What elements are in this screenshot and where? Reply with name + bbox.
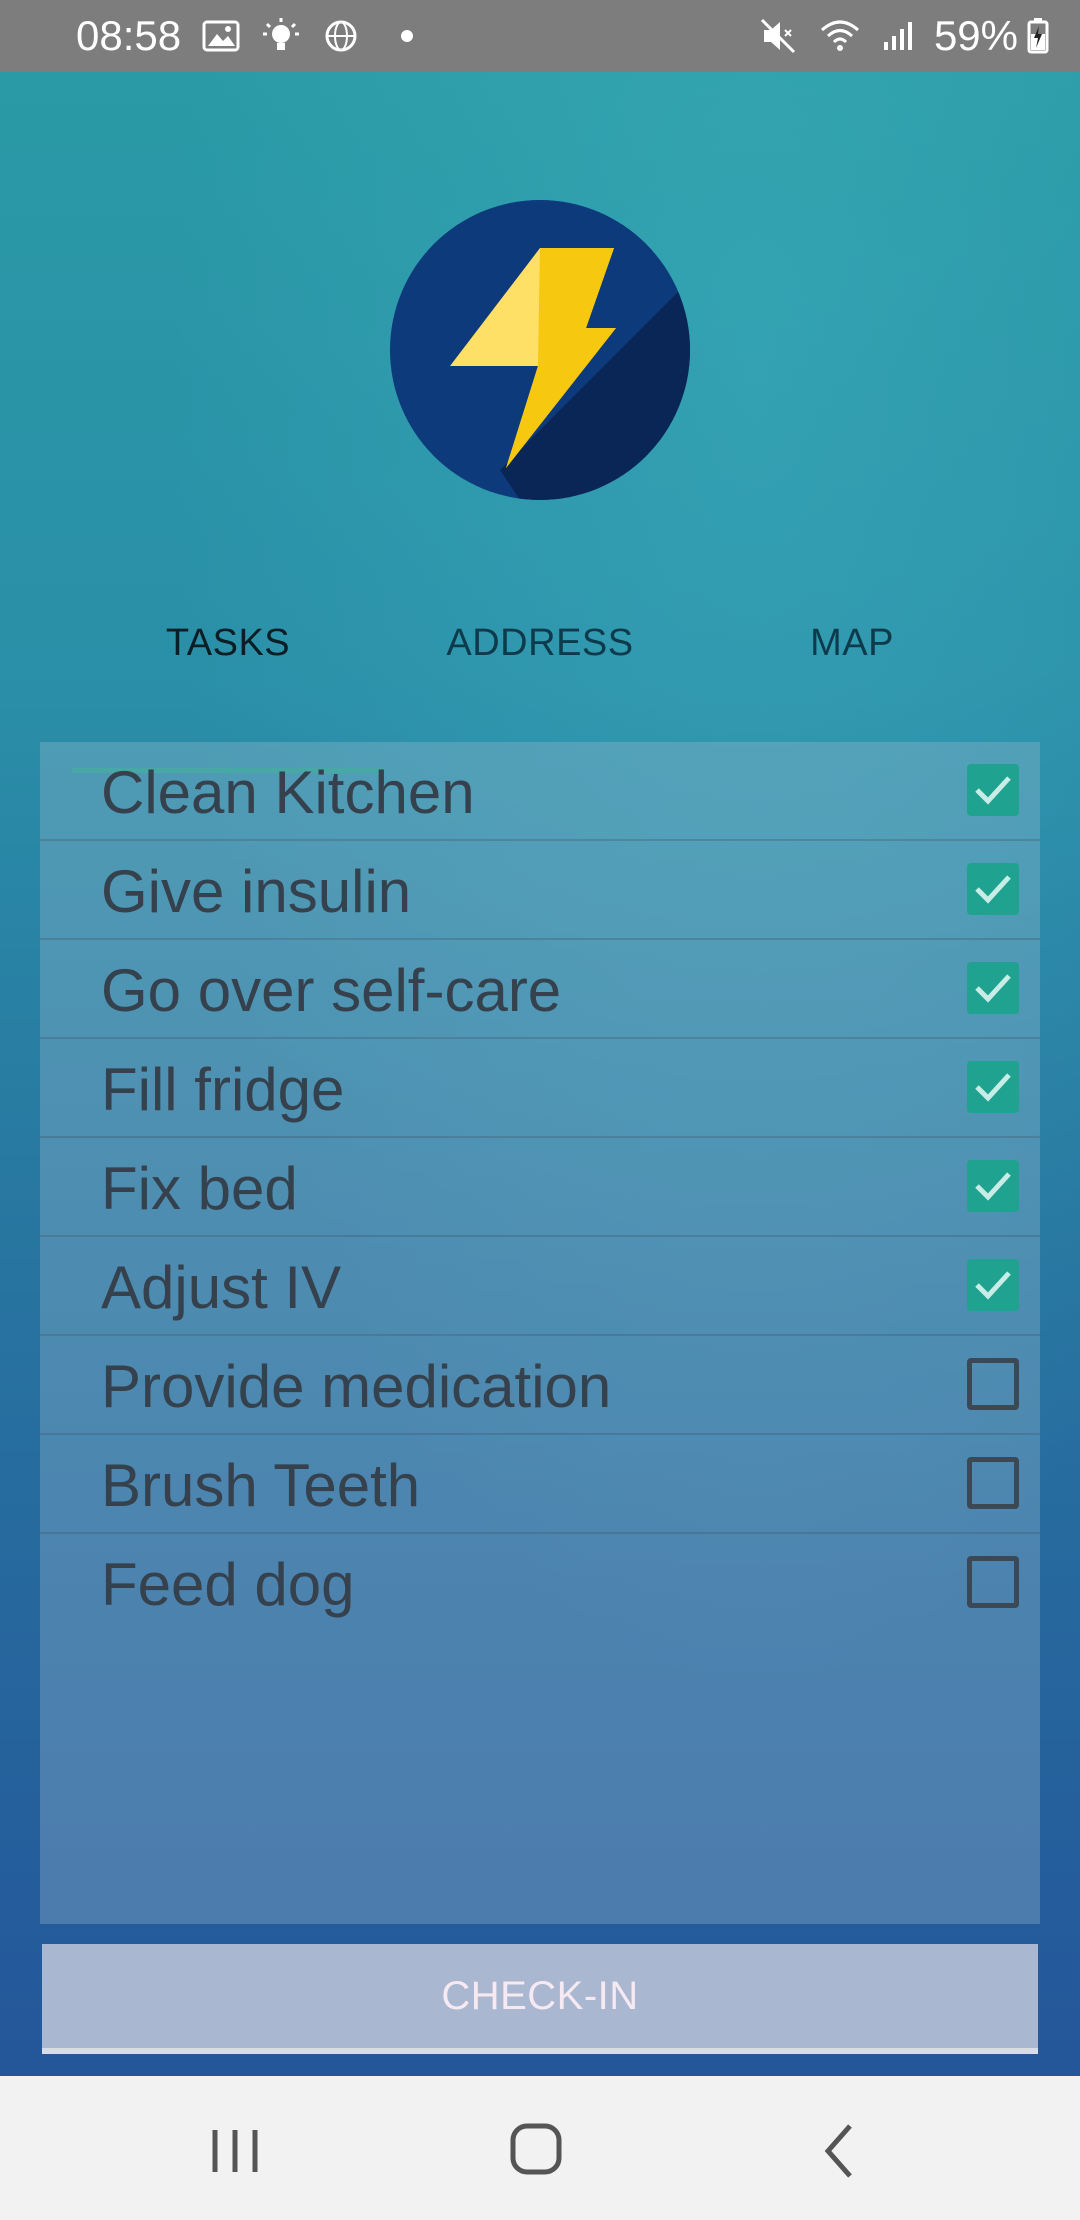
task-label: Fill fridge: [101, 1056, 345, 1123]
task-row[interactable]: Go over self-care: [40, 940, 1040, 1039]
task-checkbox[interactable]: [967, 1259, 1019, 1311]
home-icon[interactable]: [497, 2116, 577, 2186]
tab-map[interactable]: MAP: [696, 622, 1008, 665]
task-row[interactable]: Adjust IV: [40, 1237, 1040, 1336]
task-checkbox[interactable]: [967, 1061, 1019, 1113]
battery-icon: [1026, 16, 1050, 56]
lightning-bolt-icon: [390, 200, 690, 500]
task-label: Fix bed: [101, 1155, 298, 1222]
notification-dot: [401, 30, 414, 42]
task-checkbox[interactable]: [967, 1160, 1019, 1212]
task-checkbox[interactable]: [967, 764, 1019, 816]
task-row[interactable]: Brush Teeth: [40, 1435, 1040, 1534]
task-row[interactable]: Fill fridge: [40, 1039, 1040, 1138]
status-time: 08:58: [76, 12, 182, 59]
task-label: Go over self-care: [101, 957, 562, 1024]
task-checkbox[interactable]: [967, 1358, 1019, 1410]
task-row[interactable]: Clean Kitchen: [40, 742, 1040, 841]
recent-apps-icon[interactable]: [195, 2116, 275, 2186]
wifi-icon: [818, 16, 859, 56]
app-screen: TASKS ADDRESS MAP Clean Kitchen Give ins…: [0, 72, 1080, 2076]
tab-address[interactable]: ADDRESS: [384, 622, 696, 665]
task-label: Give insulin: [101, 858, 412, 925]
task-label: Provide medication: [101, 1353, 612, 1420]
task-list: Clean Kitchen Give insulin Go over self-…: [40, 742, 1040, 1924]
task-label: Feed dog: [101, 1551, 355, 1618]
task-label: Clean Kitchen: [101, 759, 475, 826]
task-row[interactable]: Feed dog: [40, 1534, 1040, 1633]
back-icon[interactable]: [800, 2116, 880, 2186]
signal-icon: [878, 16, 918, 56]
globe-icon: [321, 16, 361, 56]
tab-tasks[interactable]: TASKS: [72, 622, 384, 665]
task-checkbox[interactable]: [967, 863, 1019, 915]
task-checkbox[interactable]: [967, 1556, 1019, 1608]
battery-percent: 59%: [933, 12, 1018, 59]
mute-icon: [758, 16, 798, 56]
task-checkbox[interactable]: [967, 1457, 1019, 1509]
status-bar: 08:58 59%: [0, 0, 1080, 72]
task-label: Brush Teeth: [101, 1452, 421, 1519]
task-label: Adjust IV: [101, 1254, 342, 1321]
task-row[interactable]: Fix bed: [40, 1138, 1040, 1237]
navigation-bar: [0, 2076, 1080, 2220]
image-icon: [201, 16, 241, 56]
task-checkbox[interactable]: [967, 962, 1019, 1014]
bulb-icon: [261, 16, 301, 56]
task-row[interactable]: Provide medication: [40, 1336, 1040, 1435]
task-row[interactable]: Give insulin: [40, 841, 1040, 940]
check-in-button[interactable]: CHECK-IN: [42, 1944, 1038, 2054]
